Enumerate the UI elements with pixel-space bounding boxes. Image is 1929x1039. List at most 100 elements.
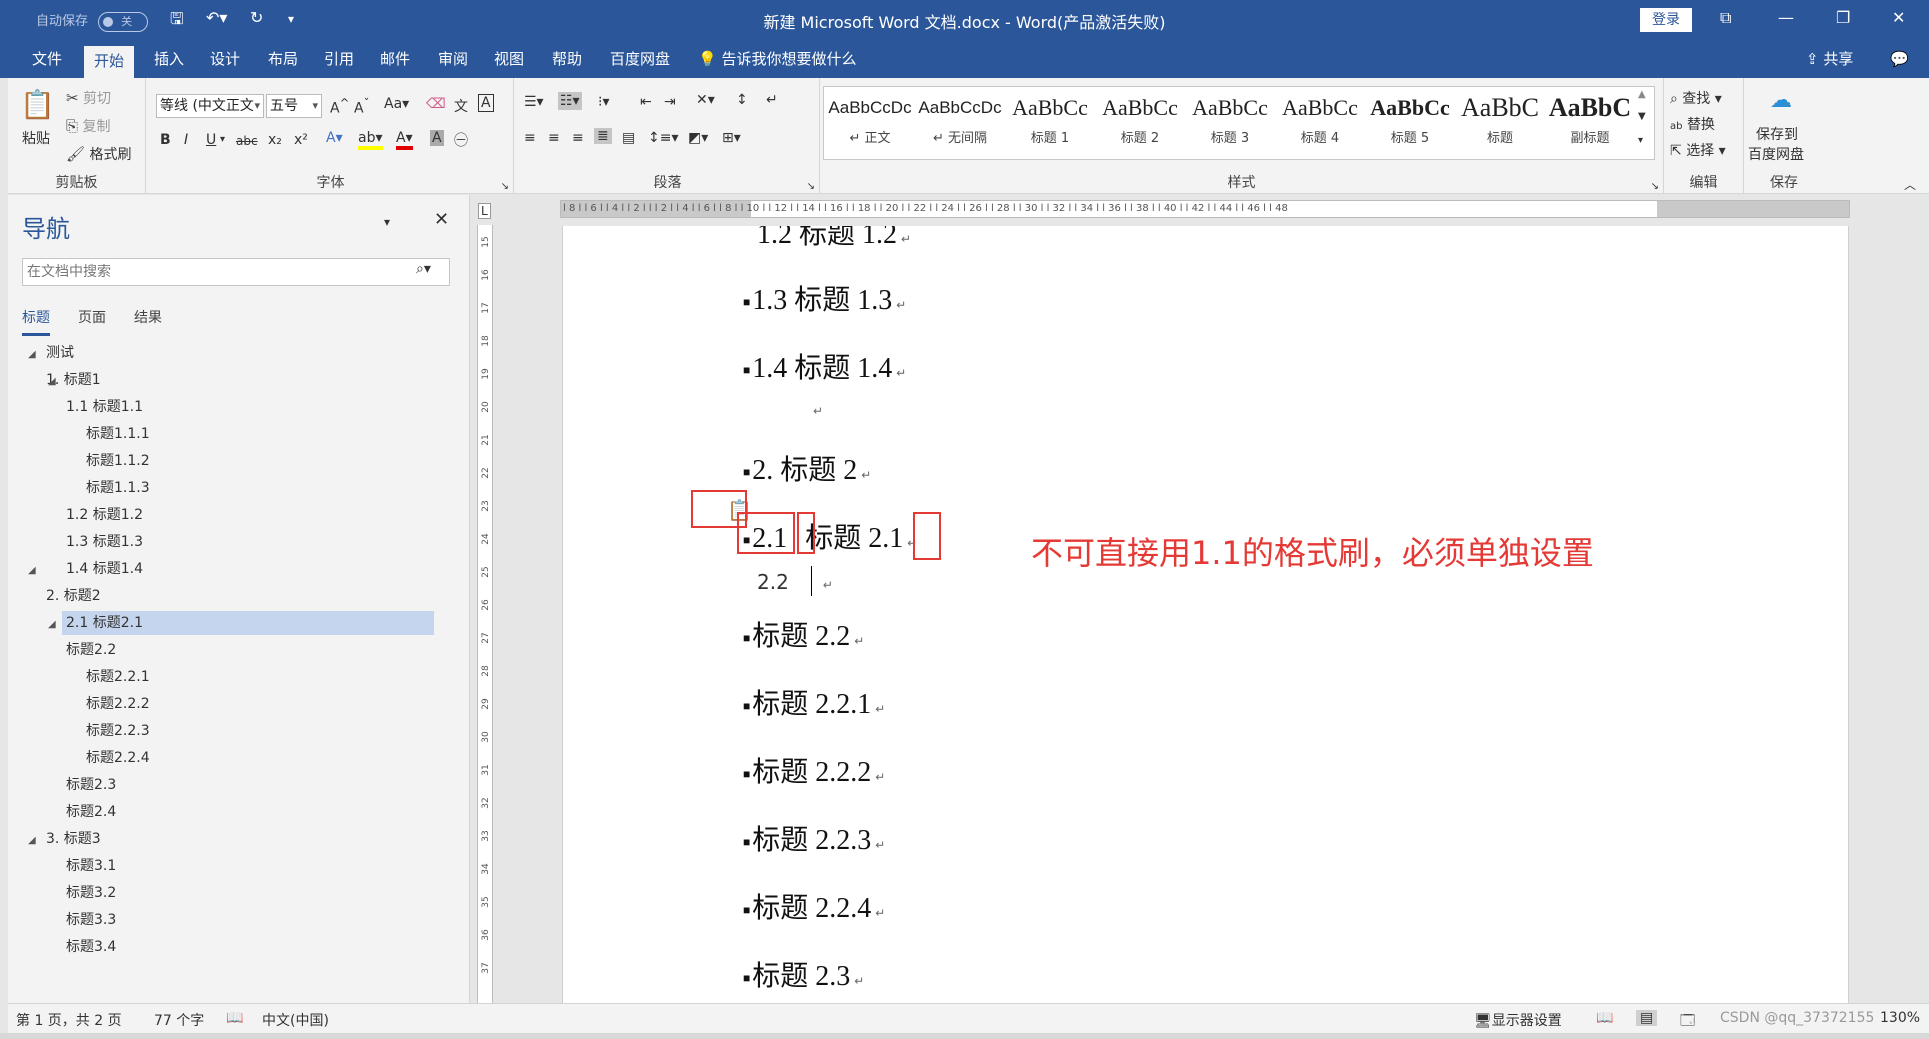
nav-tree-item[interactable]: 标题2.2.4 xyxy=(86,746,150,770)
paste-button[interactable]: 粘贴 xyxy=(22,128,50,148)
read-mode-icon[interactable]: 📖 xyxy=(1596,1010,1613,1026)
superscript-button[interactable]: x² xyxy=(294,132,308,148)
clear-format-icon[interactable]: ⌫ xyxy=(426,96,446,112)
nav-tree-item[interactable]: 1.4 标题1.4 xyxy=(66,557,143,581)
nav-search-input[interactable]: 在文档中搜索 xyxy=(22,258,450,286)
print-layout-icon[interactable]: ▤ xyxy=(1636,1010,1658,1026)
nav-tree-item[interactable]: 测试 xyxy=(46,341,74,365)
paragraph-dialog-launcher-icon[interactable]: ↘ xyxy=(807,181,815,192)
nav-tree-item[interactable]: 标题1.1.3 xyxy=(86,476,150,500)
styles-dialog-launcher-icon[interactable]: ↘ xyxy=(1651,181,1659,192)
multilevel-list-icon[interactable]: ⁝▾ xyxy=(598,94,609,110)
sort-icon[interactable]: ↕ xyxy=(736,92,748,108)
heading-1-2-partial[interactable]: 1.2 标题 1.2 ↵ xyxy=(757,226,911,252)
nav-tree-item[interactable]: 1.2 标题1.2 xyxy=(66,503,143,527)
select-button[interactable]: ⇱ 选择 ▾ xyxy=(1670,140,1726,160)
tab-mailings[interactable]: 邮件 xyxy=(370,40,420,78)
style-heading-5[interactable]: AaBbCc 标题 5 xyxy=(1366,89,1454,157)
replace-button[interactable]: ab 替换 xyxy=(1670,114,1715,134)
tab-file[interactable]: 文件 xyxy=(22,40,72,78)
format-painter-button[interactable]: 🖌 格式刷 xyxy=(66,144,132,164)
language[interactable]: 中文(中国) xyxy=(262,1010,329,1030)
page-count[interactable]: 第 1 页，共 2 页 xyxy=(16,1010,122,1030)
align-center-icon[interactable]: ≡ xyxy=(548,130,560,146)
enclose-char-icon[interactable]: ㊀ xyxy=(454,130,468,150)
shrink-font-icon[interactable]: Aˇ xyxy=(354,96,369,117)
style-heading-1[interactable]: AaBbCc 标题 1 xyxy=(1006,89,1094,157)
chinese-layout-icon[interactable]: ✕▾ xyxy=(696,92,715,108)
web-layout-icon[interactable]: 🗔 xyxy=(1680,1010,1695,1034)
find-button[interactable]: ⌕ 查找 ▾ xyxy=(1670,88,1722,108)
align-right-icon[interactable]: ≡ xyxy=(572,130,584,146)
tab-references[interactable]: 引用 xyxy=(314,40,364,78)
align-left-icon[interactable]: ≡ xyxy=(524,130,536,146)
tab-design[interactable]: 设计 xyxy=(200,40,250,78)
baidu-netdisk-icon[interactable]: ☁ xyxy=(1770,88,1792,113)
nav-tree-item[interactable]: 标题2.3 xyxy=(66,773,116,797)
display-settings-button[interactable]: 🖥显示器设置 xyxy=(1474,1010,1562,1030)
document-page[interactable]: 1.2 标题 1.2 ↵ ■1.3 标题 1.3 ↵ ■1.4 标题 1.4 ↵ ↵ … xyxy=(562,226,1849,1003)
nav-tree-item[interactable]: 标题1.1.1 xyxy=(86,422,150,446)
tab-layout[interactable]: 布局 xyxy=(258,40,308,78)
grow-font-icon[interactable]: A^ xyxy=(330,96,349,117)
style-heading-4[interactable]: AaBbCc 标题 4 xyxy=(1276,89,1364,157)
share-button[interactable]: ⇪ 共享 xyxy=(1796,40,1863,78)
strikethrough-button[interactable]: abc xyxy=(236,134,258,148)
highlight-icon[interactable]: ab▾ xyxy=(358,130,383,150)
save-to-netdisk-line2[interactable]: 百度网盘 xyxy=(1748,144,1804,164)
proofing-icon[interactable]: 📖 xyxy=(226,1010,243,1026)
nav-options-icon[interactable]: ▾ xyxy=(384,215,390,229)
nav-close-icon[interactable]: ✕ xyxy=(434,209,449,230)
shading-icon[interactable]: ◩▾ xyxy=(688,130,708,146)
font-size-select[interactable]: 五号 xyxy=(266,94,322,118)
save-to-netdisk-line1[interactable]: 保存到 xyxy=(1756,124,1798,144)
bullets-icon[interactable]: ☰▾ xyxy=(524,94,544,110)
tell-me-box[interactable]: 💡 告诉我你想要做什么 xyxy=(688,40,866,78)
collapse-arrow-icon[interactable]: ◢ xyxy=(28,835,36,846)
style-heading-3[interactable]: AaBbCc 标题 3 xyxy=(1186,89,1274,157)
nav-tree-item[interactable]: 标题3.4 xyxy=(66,935,116,959)
styles-scroll-up-icon[interactable]: ▲ xyxy=(1638,89,1646,100)
style-subtitle[interactable]: AaBbC 副标题 xyxy=(1546,89,1634,157)
styles-more-icon[interactable]: ▾ xyxy=(1638,135,1643,146)
underline-dropdown-icon[interactable]: ▾ xyxy=(220,134,225,145)
char-border-icon[interactable]: A xyxy=(478,94,494,112)
maximize-icon[interactable]: ❐ xyxy=(1836,8,1850,27)
nav-tree-item[interactable]: 2. 标题2 xyxy=(46,584,101,608)
nav-tree-item[interactable]: 标题2.4 xyxy=(66,800,116,824)
close-window-icon[interactable]: ✕ xyxy=(1892,8,1905,27)
tab-baidu-netdisk[interactable]: 百度网盘 xyxy=(600,40,680,78)
tab-insert[interactable]: 插入 xyxy=(144,40,194,78)
nav-tree-item[interactable]: 标题2.2.1 xyxy=(86,665,150,689)
nav-tree-item[interactable]: 标题2.2 xyxy=(66,638,116,662)
subscript-button[interactable]: x₂ xyxy=(268,132,282,148)
collapse-ribbon-icon[interactable]: ︿ xyxy=(1904,176,1916,193)
nav-tab-results[interactable]: 结果 xyxy=(134,307,162,327)
underline-button[interactable]: U xyxy=(206,132,216,148)
zoom-level[interactable]: 130% xyxy=(1880,1010,1920,1026)
tab-selector-icon[interactable]: L xyxy=(478,203,491,219)
tab-help[interactable]: 帮助 xyxy=(542,40,592,78)
nav-tree-item[interactable]: 标题3.3 xyxy=(66,908,116,932)
heading-2-2-4[interactable]: ■标题 2.2.4 ↵ xyxy=(743,886,885,926)
collapse-arrow-icon[interactable]: ◢ xyxy=(48,376,56,387)
word-count[interactable]: 77 个字 xyxy=(154,1010,204,1030)
show-marks-icon[interactable]: ↵ xyxy=(766,92,778,108)
collapse-arrow-icon[interactable]: ◢ xyxy=(28,349,36,360)
heading-2-3[interactable]: ■标题 2.3 ↵ xyxy=(743,954,864,994)
plain-paragraph-2-2[interactable]: 2.2 ↵ xyxy=(757,570,833,594)
style-no-spacing[interactable]: AaBbCcDc ↵ 无间隔 xyxy=(916,89,1004,157)
heading-2[interactable]: ■2. 标题 2 ↵ xyxy=(743,448,871,488)
heading-2-2-3[interactable]: ■标题 2.2.3 ↵ xyxy=(743,818,885,858)
heading-2-2-2[interactable]: ■标题 2.2.2 ↵ xyxy=(743,750,885,790)
nav-tree-item[interactable]: 标题1.1.2 xyxy=(86,449,150,473)
login-button[interactable]: 登录 xyxy=(1640,8,1692,32)
nav-tree-item[interactable]: 标题2.2.3 xyxy=(86,719,150,743)
font-name-select[interactable]: 等线 (中文正文 xyxy=(156,94,264,118)
tab-home[interactable]: 开始 xyxy=(84,46,135,78)
style-normal[interactable]: AaBbCcDc ↵ 正文 xyxy=(826,89,914,157)
styles-scroll-down-icon[interactable]: ▼ xyxy=(1638,111,1646,122)
style-title[interactable]: AaBbC 标题 xyxy=(1456,89,1544,157)
tab-view[interactable]: 视图 xyxy=(484,40,534,78)
heading-2-2[interactable]: ■标题 2.2 ↵ xyxy=(743,614,864,654)
